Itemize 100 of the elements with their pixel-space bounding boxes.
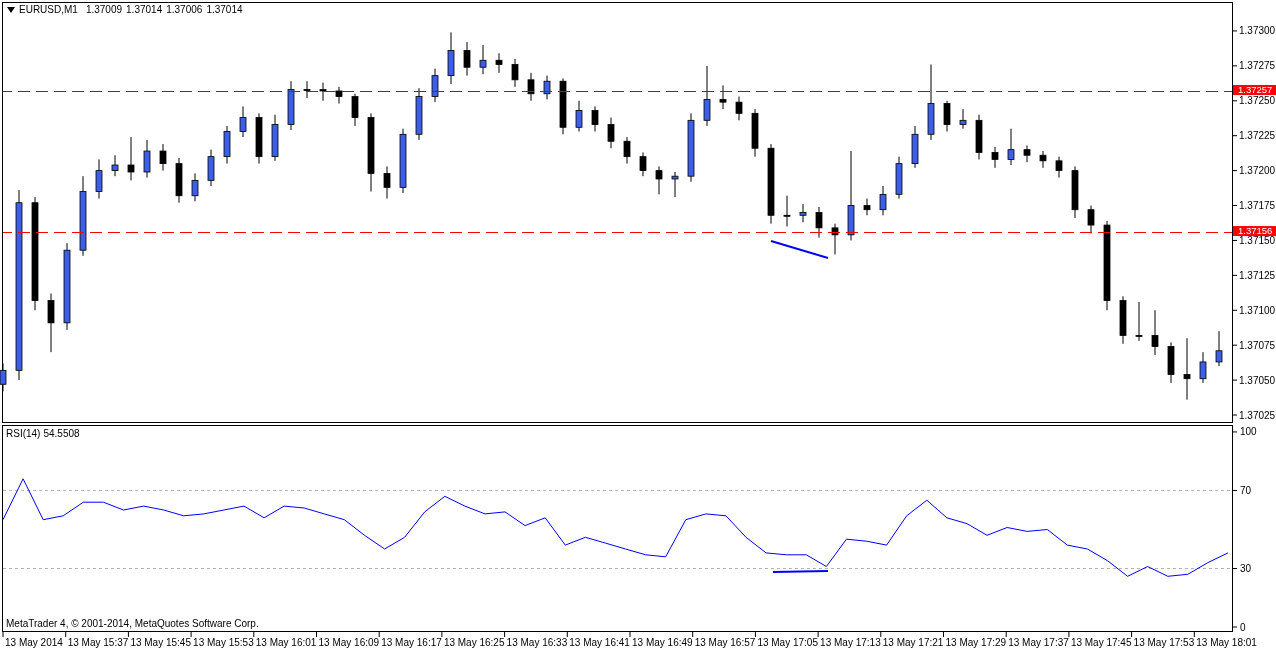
candlestick (495, 52, 503, 74)
candlestick (111, 154, 119, 177)
candlestick (239, 105, 247, 138)
candlestick (47, 293, 55, 353)
candlestick (159, 143, 167, 172)
candlestick (1087, 205, 1095, 234)
symbol-label: EURUSD,M1 (19, 4, 78, 15)
time-label: 13 May 17:29 (945, 637, 1007, 648)
candlestick (1007, 128, 1015, 166)
price-label: 1.37200 (1239, 165, 1276, 177)
candlestick (623, 136, 631, 165)
candlestick (575, 100, 583, 132)
candlestick (607, 117, 615, 149)
candlestick (863, 198, 871, 216)
candlestick (703, 65, 711, 127)
candlestick (783, 195, 791, 227)
rsi-scale-label: 0 (1240, 621, 1246, 632)
candlestick (303, 80, 311, 99)
candlestick (319, 82, 327, 102)
time-label: 13 May 15:37 (67, 637, 129, 648)
price-label: 1.37100 (1239, 304, 1276, 316)
candlestick (511, 58, 519, 88)
candlestick (351, 93, 359, 127)
price-label: 1.37075 (1239, 339, 1276, 351)
price-label: 1.37225 (1239, 130, 1276, 142)
time-label: 13 May 16:33 (506, 637, 568, 648)
candlestick (1199, 351, 1207, 384)
price-label: 1.37025 (1239, 409, 1276, 421)
price-label: 1.37150 (1239, 234, 1276, 246)
time-label: 13 May 2014 (5, 637, 63, 648)
time-label: 13 May 17:05 (757, 637, 818, 648)
candlestick (1151, 309, 1159, 356)
candlestick (591, 105, 599, 132)
price-label: 1.37125 (1239, 269, 1276, 281)
price-tag: 1.37156 (1233, 225, 1276, 237)
candlestick (719, 84, 727, 110)
candlestick (1135, 301, 1143, 342)
candlestick (799, 203, 807, 223)
candlestick (479, 44, 487, 75)
time-label: 13 May 17:53 (1133, 637, 1195, 648)
candlestick (1055, 156, 1063, 179)
quote-value: 1.37006 (166, 4, 203, 15)
time-label: 13 May 17:37 (1008, 637, 1069, 648)
time-label: 13 May 16:01 (255, 637, 317, 648)
candlestick (1039, 150, 1047, 169)
candlestick (671, 171, 679, 198)
rsi-scale-label: 70 (1240, 484, 1252, 496)
candlestick (831, 223, 839, 255)
candlestick (463, 41, 471, 77)
candlestick (127, 136, 135, 181)
candlestick (143, 139, 151, 179)
candlestick (191, 172, 199, 202)
time-label: 13 May 17:21 (882, 637, 944, 648)
indicator-name: RSI(14) (6, 428, 41, 439)
candlestick (431, 68, 439, 103)
candlestick (383, 165, 391, 200)
time-label: 13 May 16:49 (632, 637, 693, 648)
price-label: 1.37275 (1239, 60, 1276, 72)
copyright-text: MetaTrader 4, © 2001-2014, MetaQuotes Software Corp. (6, 618, 259, 629)
candlestick (655, 165, 663, 195)
price-tag: 1.37257 (1233, 84, 1276, 95)
time-label: 13 May 17:13 (820, 637, 881, 648)
time-label: 13 May 16:25 (443, 637, 505, 648)
time-label: 13 May 18:01 (1196, 637, 1257, 648)
price-label: 1.37300 (1239, 25, 1276, 37)
price-label: 1.37250 (1239, 95, 1276, 107)
price-label: 1.37050 (1239, 374, 1276, 386)
candlestick (1215, 330, 1223, 367)
candlestick (1183, 337, 1191, 401)
rsi-scale-label: 30 (1240, 563, 1252, 574)
indicator-value: 54.5508 (43, 428, 80, 439)
candlestick (879, 185, 887, 216)
rsi-scale-label: 100 (1240, 426, 1257, 438)
time-label: 13 May 16:17 (381, 637, 442, 648)
candlestick (527, 72, 535, 102)
candlestick (639, 151, 647, 177)
candlestick (959, 108, 967, 130)
time-label: 13 May 15:45 (130, 637, 191, 648)
candlestick (1023, 144, 1031, 163)
candlestick (943, 100, 951, 132)
candlestick (991, 146, 999, 169)
candlestick (0, 362, 7, 392)
dropdown-icon[interactable] (7, 6, 15, 13)
candlestick (95, 158, 103, 200)
trend-line[interactable] (772, 570, 829, 573)
price-label: 1.37175 (1239, 200, 1276, 211)
quote-value: 1.37009 (85, 4, 123, 15)
trend-line[interactable] (770, 240, 829, 259)
time-label: 13 May 17:45 (1070, 637, 1132, 648)
quote-value: 1.37014 (206, 4, 243, 15)
candlestick (815, 206, 823, 239)
time-label: 13 May 16:09 (318, 637, 380, 648)
candlestick (543, 75, 551, 100)
time-label: 13 May 16:41 (569, 637, 630, 648)
time-label: 13 May 15:53 (193, 637, 254, 648)
candlestick (735, 96, 743, 121)
time-label: 13 May 16:57 (694, 637, 756, 648)
candlestick (207, 149, 215, 187)
quote-value: 1.37014 (126, 4, 163, 15)
horizontal-line[interactable] (3, 91, 1232, 92)
